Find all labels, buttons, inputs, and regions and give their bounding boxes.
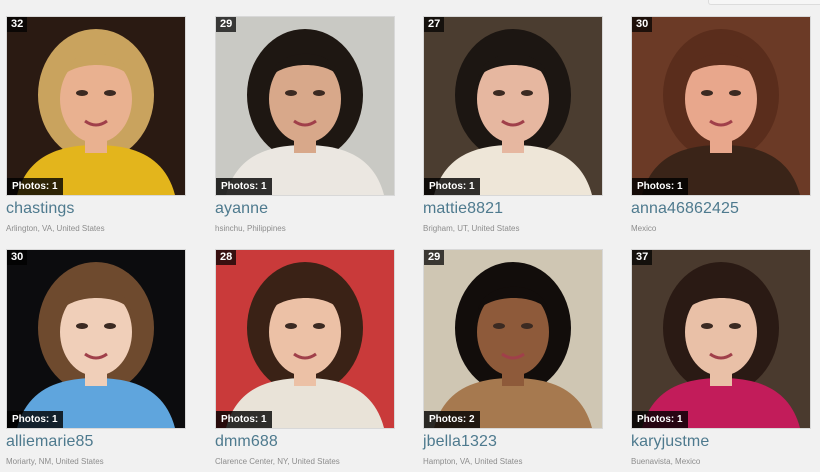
age-badge: 28 xyxy=(216,250,237,265)
location-text: Clarence Center, NY, United States xyxy=(215,457,340,466)
age-badge: 29 xyxy=(216,17,237,32)
eye-shape xyxy=(76,323,88,329)
eye-shape xyxy=(313,90,325,96)
username-link[interactable]: dmm688 xyxy=(215,433,278,451)
age-badge: 37 xyxy=(632,250,653,265)
username-link[interactable]: anna46862425 xyxy=(631,200,739,218)
eye-shape xyxy=(701,323,713,329)
age-badge: 32 xyxy=(7,17,28,32)
eye-shape xyxy=(729,90,741,96)
username-link[interactable]: karyjustme xyxy=(631,433,709,451)
location-text: Mexico xyxy=(631,224,657,233)
age-badge: 27 xyxy=(424,17,445,32)
eye-shape xyxy=(521,90,533,96)
photo-count-badge: Photos: 1 xyxy=(216,178,272,195)
profile-photo[interactable] xyxy=(423,249,603,429)
eye-shape xyxy=(313,323,325,329)
username-link[interactable]: jbella1323 xyxy=(423,433,497,451)
location-text: Hampton, VA, United States xyxy=(423,457,523,466)
age-badge: 30 xyxy=(7,250,28,265)
eye-shape xyxy=(104,90,116,96)
photo-count-badge: Photos: 1 xyxy=(7,178,63,195)
eye-shape xyxy=(729,323,741,329)
location-text: Moriarty, NM, United States xyxy=(6,457,104,466)
photo-count-badge: Photos: 1 xyxy=(424,178,480,195)
username-link[interactable]: chastings xyxy=(6,200,75,218)
photo-count-badge: Photos: 1 xyxy=(632,411,688,428)
profile-grid: 32 Photos: 1 chastings Arlington, VA, Un… xyxy=(0,0,820,472)
eye-shape xyxy=(493,90,505,96)
location-text: Brigham, UT, United States xyxy=(423,224,520,233)
photo-count-badge: Photos: 2 xyxy=(424,411,480,428)
profile-photo[interactable] xyxy=(215,249,395,429)
location-text: Buenavista, Mexico xyxy=(631,457,701,466)
profile-photo[interactable] xyxy=(6,249,186,429)
username-link[interactable]: alliemarie85 xyxy=(6,433,93,451)
username-link[interactable]: mattie8821 xyxy=(423,200,503,218)
eye-shape xyxy=(285,90,297,96)
photo-count-badge: Photos: 1 xyxy=(632,178,688,195)
eye-shape xyxy=(285,323,297,329)
photo-count-badge: Photos: 1 xyxy=(7,411,63,428)
location-text: hsinchu, Philippines xyxy=(215,224,286,233)
username-link[interactable]: ayanne xyxy=(215,200,268,218)
profile-photo[interactable] xyxy=(631,249,811,429)
profile-photo[interactable] xyxy=(423,16,603,196)
location-text: Arlington, VA, United States xyxy=(6,224,105,233)
profile-photo[interactable] xyxy=(631,16,811,196)
eye-shape xyxy=(701,90,713,96)
profile-photo[interactable] xyxy=(6,16,186,196)
photo-count-badge: Photos: 1 xyxy=(216,411,272,428)
eye-shape xyxy=(493,323,505,329)
age-badge: 30 xyxy=(632,17,653,32)
eye-shape xyxy=(76,90,88,96)
profile-photo[interactable] xyxy=(215,16,395,196)
eye-shape xyxy=(104,323,116,329)
age-badge: 29 xyxy=(424,250,445,265)
eye-shape xyxy=(521,323,533,329)
